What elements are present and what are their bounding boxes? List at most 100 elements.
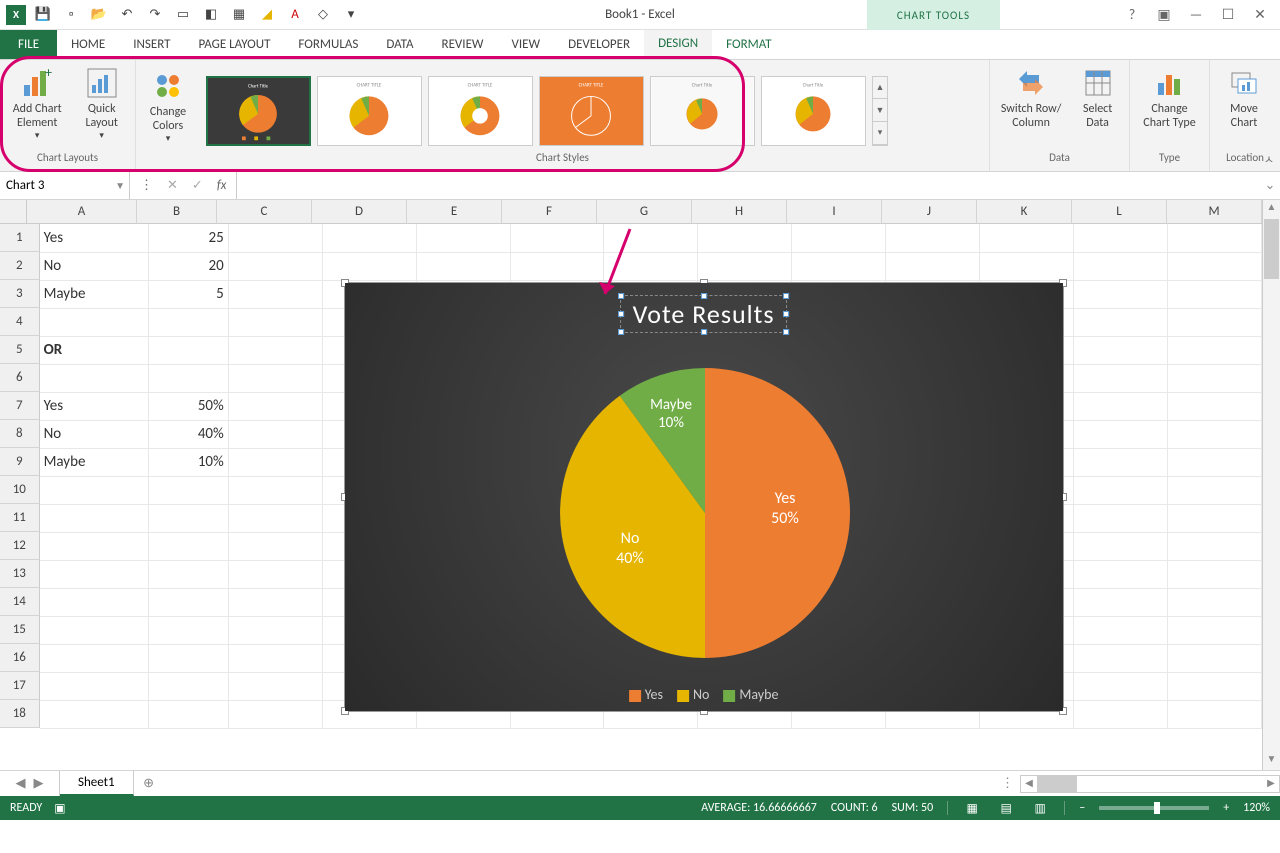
collapse-ribbon-icon[interactable]: ㅅ [1264, 151, 1274, 167]
cell-L3[interactable] [1074, 280, 1168, 308]
row-header-3[interactable]: 3 [0, 280, 40, 308]
cell-A12[interactable] [40, 532, 149, 560]
cell-B18[interactable] [149, 700, 228, 728]
cell-A17[interactable] [40, 672, 149, 700]
row-header-16[interactable]: 16 [0, 644, 40, 672]
cell-M12[interactable] [1167, 532, 1261, 560]
cell-M2[interactable] [1167, 252, 1261, 280]
switch-row-column-button[interactable]: Switch Row/ Column [994, 62, 1068, 134]
row-header-8[interactable]: 8 [0, 420, 40, 448]
row-header-18[interactable]: 18 [0, 700, 40, 728]
cell-L6[interactable] [1074, 364, 1168, 392]
row-header-5[interactable]: 5 [0, 336, 40, 364]
cell-A1[interactable]: Yes [40, 224, 149, 252]
cell-B9[interactable]: 10% [149, 448, 228, 476]
row-header-11[interactable]: 11 [0, 504, 40, 532]
cell-B4[interactable] [149, 308, 228, 336]
chart-style-1[interactable]: Chart Title [206, 76, 311, 146]
cell-L14[interactable] [1074, 588, 1168, 616]
column-header-f[interactable]: F [502, 200, 597, 224]
chart-style-6[interactable]: Chart Title [761, 76, 866, 146]
tab-design[interactable]: DESIGN [644, 30, 712, 59]
minimize-icon[interactable]: — [1184, 3, 1208, 27]
cell-B14[interactable] [149, 588, 228, 616]
select-all-corner[interactable] [0, 200, 27, 224]
cell-M18[interactable] [1167, 700, 1261, 728]
cell-M17[interactable] [1167, 672, 1261, 700]
cell-C6[interactable] [228, 364, 322, 392]
cell-H2[interactable] [698, 252, 792, 280]
row-header-10[interactable]: 10 [0, 476, 40, 504]
qat-new-icon[interactable]: ▫ [60, 4, 82, 26]
cell-L4[interactable] [1074, 308, 1168, 336]
scroll-down-icon[interactable]: ▼ [873, 99, 887, 122]
cell-E2[interactable] [416, 252, 510, 280]
close-icon[interactable]: ✕ [1248, 3, 1272, 27]
cell-B8[interactable]: 40% [149, 420, 228, 448]
cell-L9[interactable] [1074, 448, 1168, 476]
cell-E1[interactable] [416, 224, 510, 252]
cell-D2[interactable] [322, 252, 416, 280]
cell-C11[interactable] [228, 504, 322, 532]
cell-M8[interactable] [1167, 420, 1261, 448]
cell-C2[interactable] [228, 252, 322, 280]
qat-border-icon[interactable]: ▦ [228, 4, 250, 26]
cell-C10[interactable] [228, 476, 322, 504]
horizontal-scrollbar[interactable]: ◀ ▶ [1020, 775, 1280, 793]
row-header-6[interactable]: 6 [0, 364, 40, 392]
qat-chart-icon[interactable]: ▭ [172, 4, 194, 26]
cell-L1[interactable] [1074, 224, 1168, 252]
tab-review[interactable]: REVIEW [428, 30, 498, 59]
cell-A10[interactable] [40, 476, 149, 504]
cell-C3[interactable] [228, 280, 322, 308]
zoom-in-icon[interactable]: + [1223, 801, 1229, 815]
formula-input[interactable] [237, 172, 1260, 199]
cell-L12[interactable] [1074, 532, 1168, 560]
cell-L5[interactable] [1074, 336, 1168, 364]
cell-A7[interactable]: Yes [40, 392, 149, 420]
name-box-dropdown-icon[interactable]: ▼ [115, 179, 125, 192]
tab-insert[interactable]: INSERT [119, 30, 184, 59]
cell-M3[interactable] [1167, 280, 1261, 308]
cell-L10[interactable] [1074, 476, 1168, 504]
tab-home[interactable]: HOME [57, 30, 119, 59]
cell-L18[interactable] [1074, 700, 1168, 728]
move-chart-button[interactable]: Move Chart [1214, 62, 1274, 134]
cancel-formula-icon[interactable]: ✕ [167, 178, 178, 193]
cell-L2[interactable] [1074, 252, 1168, 280]
cell-A16[interactable] [40, 644, 149, 672]
cell-A4[interactable] [40, 308, 149, 336]
cell-C16[interactable] [228, 644, 322, 672]
cell-A8[interactable]: No [40, 420, 149, 448]
cell-B17[interactable] [149, 672, 228, 700]
zoom-level[interactable]: 120% [1243, 801, 1270, 815]
cell-C17[interactable] [228, 672, 322, 700]
sheet-nav[interactable]: ◀▶ [0, 771, 60, 796]
row-header-12[interactable]: 12 [0, 532, 40, 560]
scroll-up-icon[interactable]: ▲ [873, 77, 887, 100]
fx-icon[interactable]: fx [217, 178, 227, 193]
chart-style-2[interactable]: CHART TITLE [317, 76, 422, 146]
cell-M16[interactable] [1167, 644, 1261, 672]
cell-M14[interactable] [1167, 588, 1261, 616]
cell-M5[interactable] [1167, 336, 1261, 364]
tab-formulas[interactable]: FORMULAS [284, 30, 372, 59]
column-header-d[interactable]: D [312, 200, 407, 224]
cell-L8[interactable] [1074, 420, 1168, 448]
cell-L7[interactable] [1074, 392, 1168, 420]
column-header-l[interactable]: L [1072, 200, 1167, 224]
cell-F1[interactable] [510, 224, 604, 252]
cell-C7[interactable] [228, 392, 322, 420]
chart-style-4[interactable]: CHART TITLE [539, 76, 644, 146]
cell-A6[interactable] [40, 364, 149, 392]
cell-I2[interactable] [792, 252, 886, 280]
help-icon[interactable]: ? [1120, 3, 1144, 27]
qat-font-color-icon[interactable]: A [284, 4, 306, 26]
chart-legend[interactable]: Yes No Maybe [629, 686, 779, 703]
name-box[interactable]: Chart 3 ▼ [0, 172, 130, 199]
cell-A5[interactable]: OR [40, 336, 149, 364]
tab-page-layout[interactable]: PAGE LAYOUT [185, 30, 285, 59]
vertical-scrollbar[interactable]: ▲ ▼ [1262, 200, 1280, 770]
cell-B13[interactable] [149, 560, 228, 588]
qat-save-icon[interactable]: 💾 [32, 4, 54, 26]
